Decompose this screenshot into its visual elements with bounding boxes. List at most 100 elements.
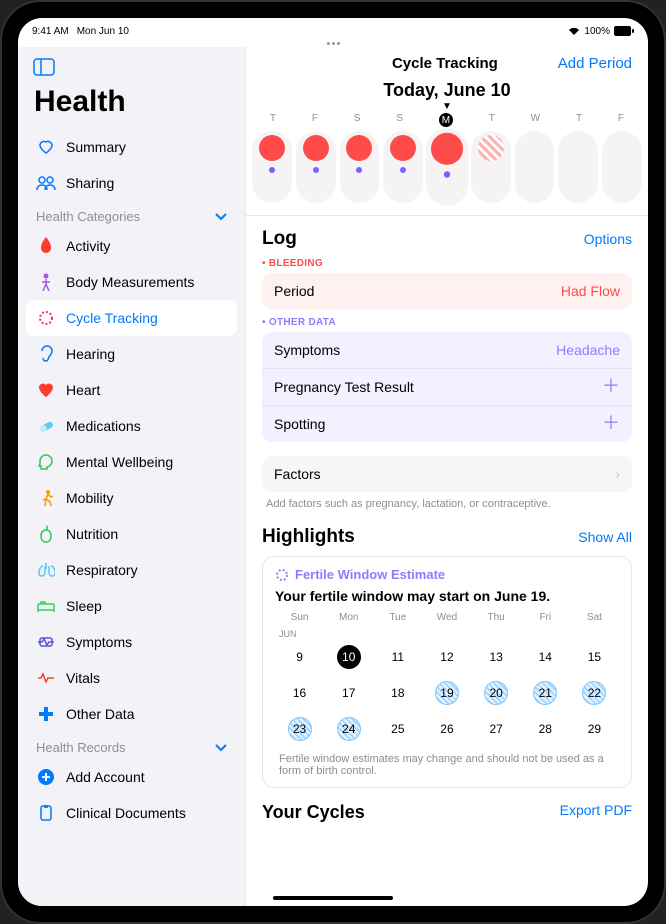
calendar-day[interactable]: 29 (570, 711, 619, 747)
calendar-day[interactable]: 15 (570, 639, 619, 675)
sidebar-item-label: Add Account (66, 769, 145, 785)
calendar-day[interactable]: 11 (373, 639, 422, 675)
sidebar-item-label: Body Measurements (66, 274, 194, 290)
cycle-icon (275, 568, 289, 582)
chevron-right-icon: › (615, 466, 620, 482)
cycle-day-pill[interactable] (340, 131, 380, 203)
sidebar-item-summary[interactable]: Summary (26, 129, 237, 165)
period-indicator (609, 135, 635, 161)
period-indicator (522, 135, 548, 161)
calendar-day-header: Fri (521, 612, 570, 623)
cycle-day-pill[interactable] (515, 131, 555, 203)
calendar-day[interactable]: 23 (275, 711, 324, 747)
sidebar-item-other-data[interactable]: Other Data (26, 696, 237, 732)
period-value: Had Flow (561, 283, 620, 299)
sidebar-item-label: Medications (66, 418, 141, 434)
period-indicator (259, 135, 285, 161)
week-day-letter: M (439, 113, 453, 127)
sidebar-item-sharing[interactable]: Sharing (26, 165, 237, 201)
calendar-day[interactable]: 16 (275, 675, 324, 711)
battery-icon (614, 26, 634, 36)
cycle-day-pills[interactable] (246, 127, 648, 216)
sidebar-toggle-icon[interactable] (30, 53, 58, 81)
calendar-day[interactable]: 13 (472, 639, 521, 675)
period-indicator (565, 135, 591, 161)
log-header: Log (262, 228, 297, 250)
mobility-icon (36, 488, 56, 508)
calendar-day[interactable]: 24 (324, 711, 373, 747)
week-day-letter: T (489, 113, 495, 127)
week-day-letter: F (618, 113, 624, 127)
calendar-day[interactable]: 19 (422, 675, 471, 711)
factors-row[interactable]: Factors › (262, 456, 632, 492)
symptoms-row[interactable]: Symptoms Headache (262, 332, 632, 369)
calendar-day[interactable]: 17 (324, 675, 373, 711)
categories-header[interactable]: Health Categories (26, 201, 237, 228)
sidebar-item-cycle-tracking[interactable]: Cycle Tracking (26, 300, 237, 336)
sidebar-item-nutrition[interactable]: Nutrition (26, 516, 237, 552)
add-period-button[interactable]: Add Period (558, 55, 632, 72)
sidebar-item-heart[interactable]: Heart (26, 372, 237, 408)
calendar-day[interactable]: 10 (324, 639, 373, 675)
calendar-day[interactable]: 20 (472, 675, 521, 711)
calendar-day[interactable]: 18 (373, 675, 422, 711)
sidebar-item-hearing[interactable]: Hearing (26, 336, 237, 372)
records-header[interactable]: Health Records (26, 732, 237, 759)
week-day-letter: F (312, 113, 318, 127)
sidebar-item-mobility[interactable]: Mobility (26, 480, 237, 516)
export-pdf-button[interactable]: Export PDF (560, 802, 632, 823)
sidebar-item-mental-wellbeing[interactable]: Mental Wellbeing (26, 444, 237, 480)
sidebar-item-symptoms[interactable]: Symptoms (26, 624, 237, 660)
battery-percent: 100% (584, 26, 610, 37)
cycle-day-pill[interactable] (558, 131, 598, 203)
period-card[interactable]: Period Had Flow (262, 273, 632, 309)
nutrition-icon (36, 524, 56, 544)
show-all-button[interactable]: Show All (578, 529, 632, 545)
fertile-window-card[interactable]: Fertile Window Estimate Your fertile win… (262, 556, 632, 788)
month-label: JUN (279, 629, 619, 639)
sidebar-item-clinical-documents[interactable]: Clinical Documents (26, 795, 237, 831)
today-marker: ▼ (246, 103, 648, 111)
log-options-button[interactable]: Options (584, 231, 632, 247)
week-day-letter: S (396, 113, 403, 127)
sidebar-item-add-account[interactable]: Add Account (26, 759, 237, 795)
fertile-disclaimer: Fertile window estimates may change and … (275, 747, 619, 777)
calendar-day-header: Wed (422, 612, 471, 623)
symptom-dot (313, 167, 319, 173)
sidebar-item-label: Activity (66, 238, 110, 254)
add-account-icon (36, 767, 56, 787)
sidebar-item-activity[interactable]: Activity (26, 228, 237, 264)
cycle-day-pill[interactable] (383, 131, 423, 203)
calendar-day[interactable]: 12 (422, 639, 471, 675)
activity-icon (36, 236, 56, 256)
sidebar-item-label: Mobility (66, 490, 113, 506)
multitask-dots[interactable] (18, 40, 648, 47)
calendar-day[interactable]: 28 (521, 711, 570, 747)
cycle-day-pill[interactable] (252, 131, 292, 203)
cycle-tracking-icon (36, 308, 56, 328)
sidebar-item-respiratory[interactable]: Respiratory (26, 552, 237, 588)
factors-hint: Add factors such as pregnancy, lactation… (262, 492, 632, 510)
wifi-icon (568, 26, 580, 36)
period-indicator (303, 135, 329, 161)
cycle-day-pill[interactable] (471, 131, 511, 203)
calendar-day[interactable]: 14 (521, 639, 570, 675)
sidebar-item-sleep[interactable]: Sleep (26, 588, 237, 624)
cycle-day-pill[interactable] (426, 128, 469, 205)
calendar-day[interactable]: 22 (570, 675, 619, 711)
calendar-day[interactable]: 26 (422, 711, 471, 747)
calendar-day[interactable]: 21 (521, 675, 570, 711)
sidebar-title: Health (26, 81, 237, 129)
cycle-day-pill[interactable] (602, 131, 642, 203)
pregnancy-test-row[interactable]: Pregnancy Test Result ＋ (262, 369, 632, 406)
sidebar-item-medications[interactable]: Medications (26, 408, 237, 444)
calendar-day[interactable]: 25 (373, 711, 422, 747)
calendar-day[interactable]: 9 (275, 639, 324, 675)
cycle-day-pill[interactable] (296, 131, 336, 203)
spotting-row[interactable]: Spotting ＋ (262, 406, 632, 442)
home-indicator[interactable] (273, 896, 393, 900)
hearing-icon (36, 344, 56, 364)
sidebar-item-vitals[interactable]: Vitals (26, 660, 237, 696)
sidebar-item-body-measurements[interactable]: Body Measurements (26, 264, 237, 300)
calendar-day[interactable]: 27 (472, 711, 521, 747)
